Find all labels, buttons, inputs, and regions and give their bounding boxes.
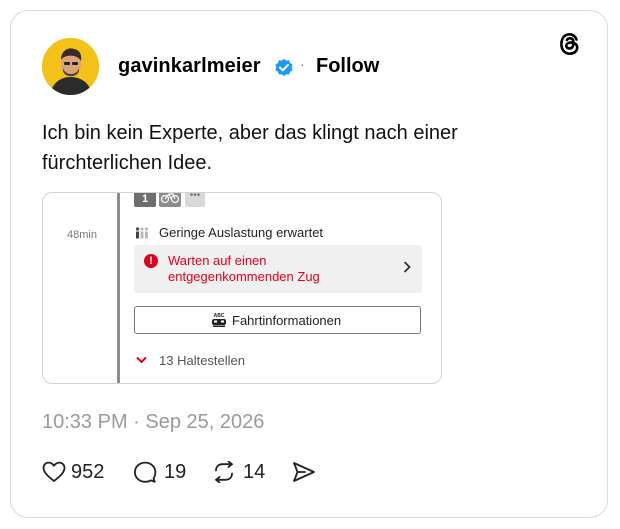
speech-bubble-icon xyxy=(134,461,157,483)
verified-badge-icon xyxy=(275,58,293,76)
separator-dot: · xyxy=(300,56,305,72)
stops-label: 13 Haltestellen xyxy=(159,353,245,368)
follow-button[interactable]: Follow xyxy=(316,55,379,78)
route-timeline xyxy=(117,193,120,383)
repost-count: 14 xyxy=(243,461,266,483)
avatar-photo xyxy=(42,38,99,95)
class-badge: 1 xyxy=(134,193,156,207)
alert-icon: ! xyxy=(144,254,158,268)
embedded-image[interactable]: 48min 1 ••• Geringe Auslastung erwartet … xyxy=(42,192,442,384)
chevron-right-icon xyxy=(403,261,411,273)
post-timestamp[interactable]: 10:33 PM · Sep 25, 2026 xyxy=(42,411,264,434)
like-count: 952 xyxy=(71,461,105,483)
trip-info-label: Fahrtinformationen xyxy=(232,313,342,328)
reply-count: 19 xyxy=(164,461,187,483)
username[interactable]: gavinkarlmeier xyxy=(118,55,261,78)
train-abc-icon: ABC xyxy=(212,313,226,327)
paper-plane-icon xyxy=(293,462,315,482)
svg-text:ABC: ABC xyxy=(214,313,225,319)
occupancy-text: Geringe Auslastung erwartet xyxy=(159,225,324,240)
chevron-down-icon xyxy=(136,356,147,364)
warning-text: Warten auf einen entgegenkommenden Zug xyxy=(168,253,388,285)
delay-warning[interactable]: ! Warten auf einen entgegenkommenden Zug xyxy=(134,245,422,293)
post-text: Ich bin kein Experte, aber das klingt na… xyxy=(42,122,458,174)
heart-icon xyxy=(42,461,66,482)
warning-line-1: Warten auf einen xyxy=(168,253,267,268)
avatar[interactable] xyxy=(42,38,99,95)
repost-icon xyxy=(215,461,233,483)
trip-duration: 48min xyxy=(67,229,97,241)
warning-line-2: entgegenkommenden Zug xyxy=(168,269,320,284)
bicycle-icon xyxy=(159,193,181,207)
occupancy-icon xyxy=(135,227,149,239)
more-amenities-badge: ••• xyxy=(185,193,205,207)
threads-logo-icon[interactable] xyxy=(557,31,583,57)
trip-info-button[interactable]: ABC Fahrtinformationen xyxy=(134,306,421,334)
